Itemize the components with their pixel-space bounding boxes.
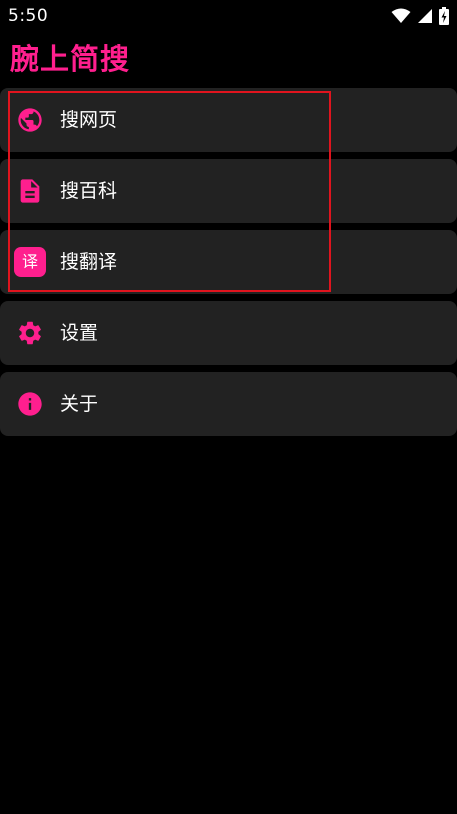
menu-item-search-translate[interactable]: 译 搜翻译 <box>0 230 457 294</box>
menu-item-settings[interactable]: 设置 <box>0 301 457 365</box>
status-bar: 5:50 <box>0 0 457 32</box>
document-icon <box>14 176 46 206</box>
menu-label-search-translate: 搜翻译 <box>60 251 118 273</box>
menu-item-search-web[interactable]: 搜网页 <box>0 88 457 152</box>
status-icons <box>391 6 449 26</box>
menu-label-search-web: 搜网页 <box>60 109 118 131</box>
globe-icon <box>14 105 46 135</box>
menu-label-settings: 设置 <box>60 322 99 344</box>
menu-item-about[interactable]: 关于 <box>0 372 457 436</box>
translate-icon-glyph: 译 <box>14 247 46 277</box>
battery-charging-icon <box>439 7 449 25</box>
gear-icon <box>14 318 46 348</box>
translate-icon: 译 <box>14 247 46 277</box>
signal-icon <box>417 8 433 24</box>
wifi-icon <box>391 8 411 24</box>
menu-label-about: 关于 <box>60 393 99 415</box>
menu-label-search-encyclopedia: 搜百科 <box>60 180 118 202</box>
status-time: 5:50 <box>8 6 49 26</box>
menu-item-search-encyclopedia[interactable]: 搜百科 <box>0 159 457 223</box>
info-icon <box>14 389 46 419</box>
app-title: 腕上简搜 <box>10 42 131 76</box>
